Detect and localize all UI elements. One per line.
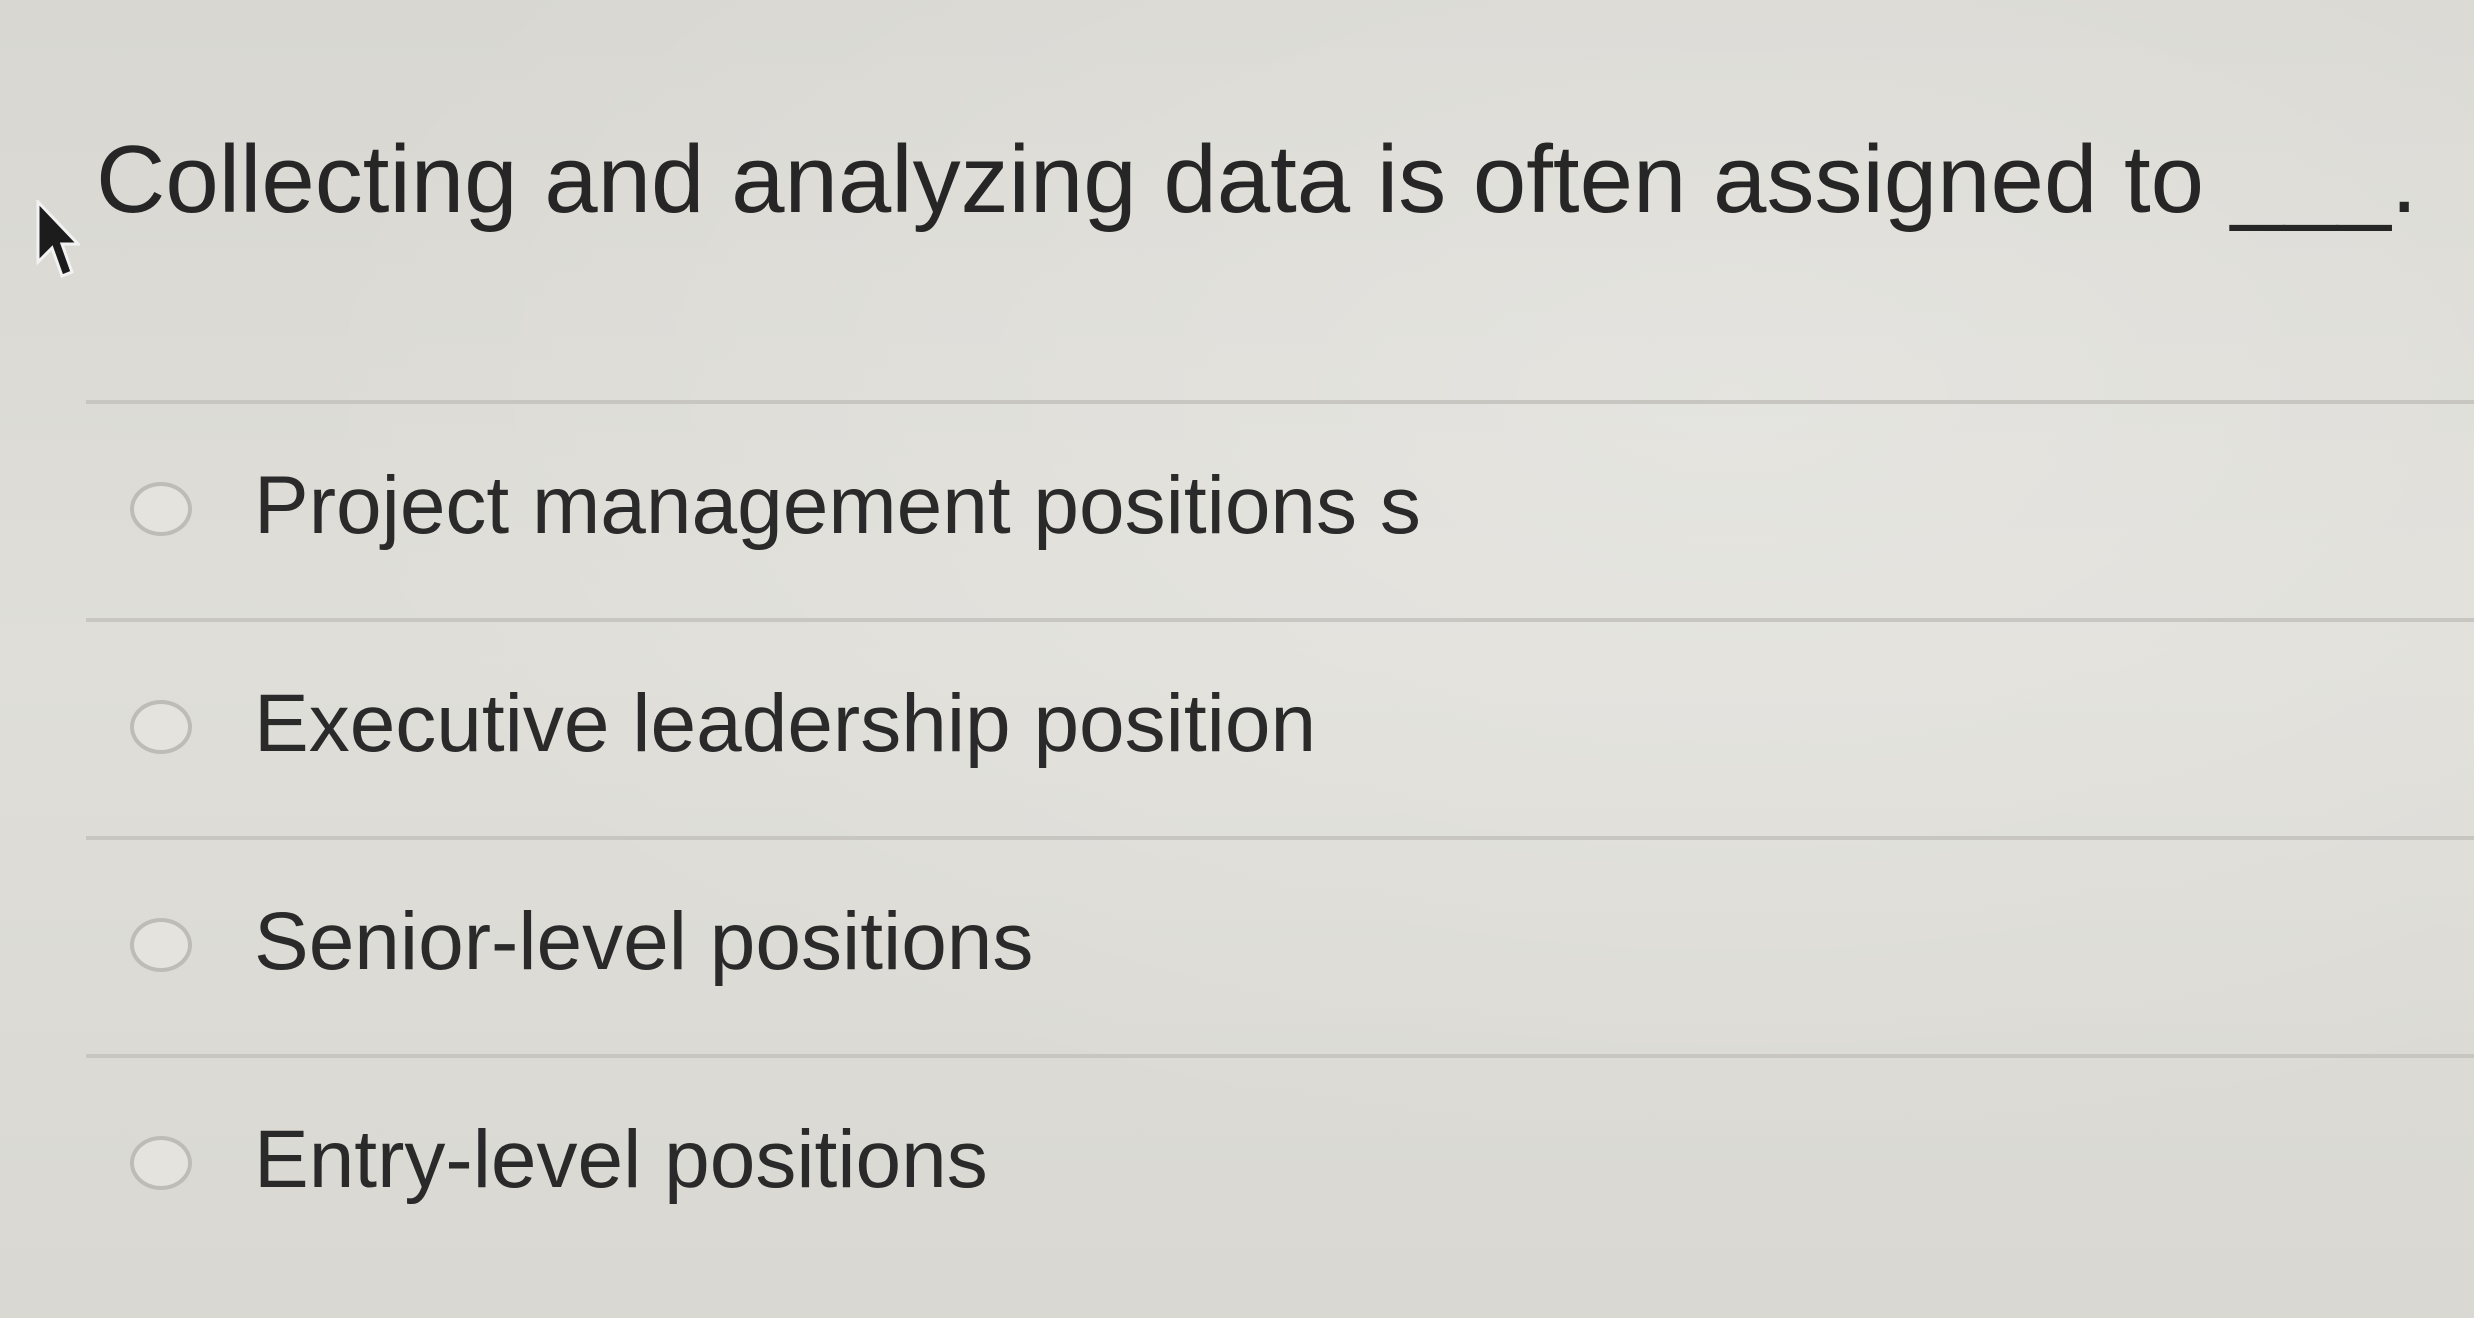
answer-option[interactable]: Project management positions s [86,404,2474,614]
mouse-cursor-icon [36,200,80,278]
answer-option-label: Senior-level positions [254,896,1034,987]
answer-option-label: Entry-level positions [254,1114,988,1205]
answer-option[interactable]: Executive leadership position [86,622,2474,832]
answer-option[interactable]: Entry-level positions [86,1058,2474,1268]
answer-options: Project management positions s Executive… [86,400,2474,1300]
quiz-page: Collecting and analyzing data is often a… [0,0,2474,1318]
answer-option[interactable]: Senior-level positions [86,840,2474,1050]
radio-button-icon[interactable] [130,482,192,536]
radio-button-icon[interactable] [130,1136,192,1190]
radio-button-icon[interactable] [130,918,192,972]
question-text: Collecting and analyzing data is often a… [96,126,2418,233]
answer-option-label: Project management positions s [254,460,1421,551]
answer-option-label: Executive leadership position [254,678,1317,769]
radio-button-icon[interactable] [130,700,192,754]
